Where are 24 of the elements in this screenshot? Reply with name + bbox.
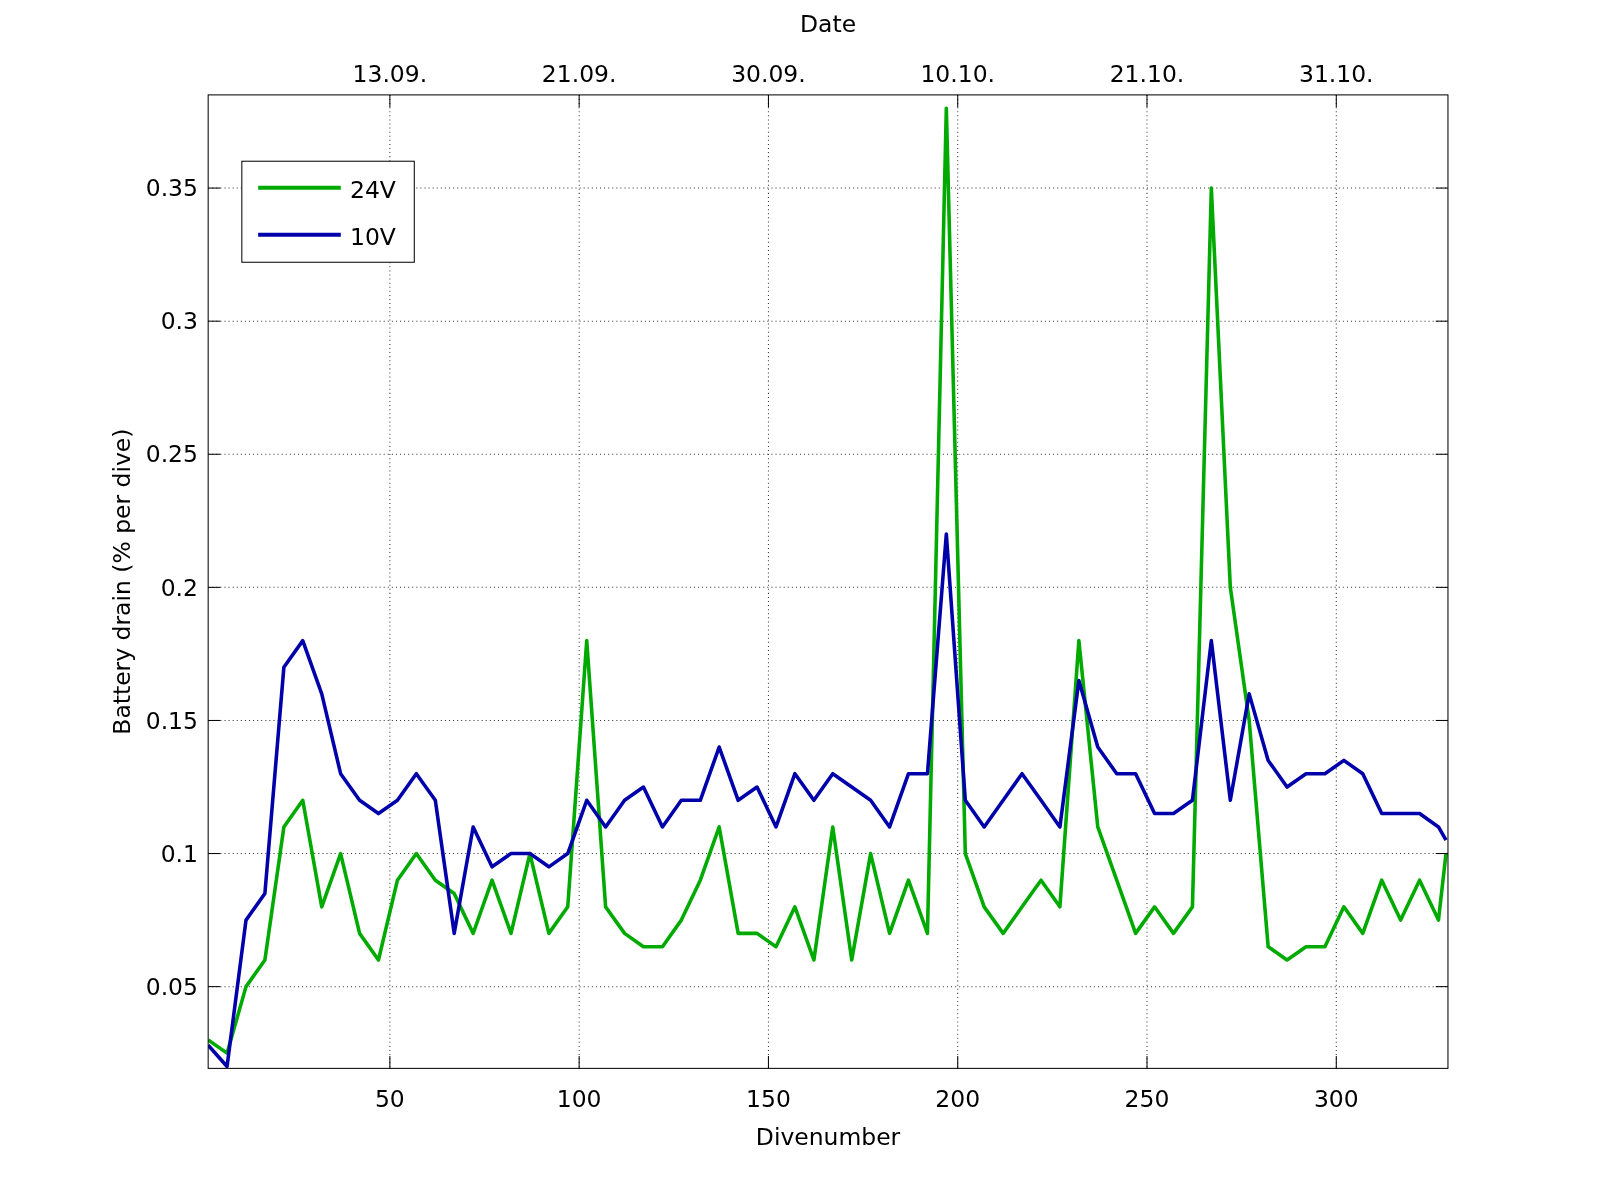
tick-label: 50 [374, 1085, 405, 1114]
tick-label: 0.25 [145, 440, 198, 469]
date-tick-label: 13.09. [352, 59, 428, 88]
date-tick-label: 21.09. [541, 59, 617, 88]
tick-label: 0.15 [145, 706, 198, 735]
axis-title: Battery drain (% per dive) [107, 428, 136, 735]
tick-label: 300 [1313, 1085, 1359, 1114]
tick-label: 250 [1124, 1085, 1170, 1114]
tick-label: 0.3 [160, 307, 198, 336]
date-tick-label: 10.10. [920, 59, 995, 88]
tick-label: 0.1 [160, 839, 198, 868]
tick-label: 0.05 [145, 972, 198, 1001]
tick-label: 150 [746, 1085, 791, 1114]
legend-label: 24V [350, 175, 396, 204]
tick-label: 200 [935, 1085, 981, 1114]
date-tick-label: 21.10. [1109, 59, 1185, 88]
axis-title: Date [800, 9, 857, 38]
date-tick-label: 31.10. [1299, 59, 1374, 88]
axis-title: Divenumber [755, 1122, 901, 1151]
tick-label: 0.2 [160, 573, 198, 602]
tick-label: 0.35 [145, 174, 198, 203]
tick-label: 100 [556, 1085, 602, 1114]
legend-label: 10V [350, 222, 396, 251]
date-tick-label: 30.09. [731, 59, 806, 88]
